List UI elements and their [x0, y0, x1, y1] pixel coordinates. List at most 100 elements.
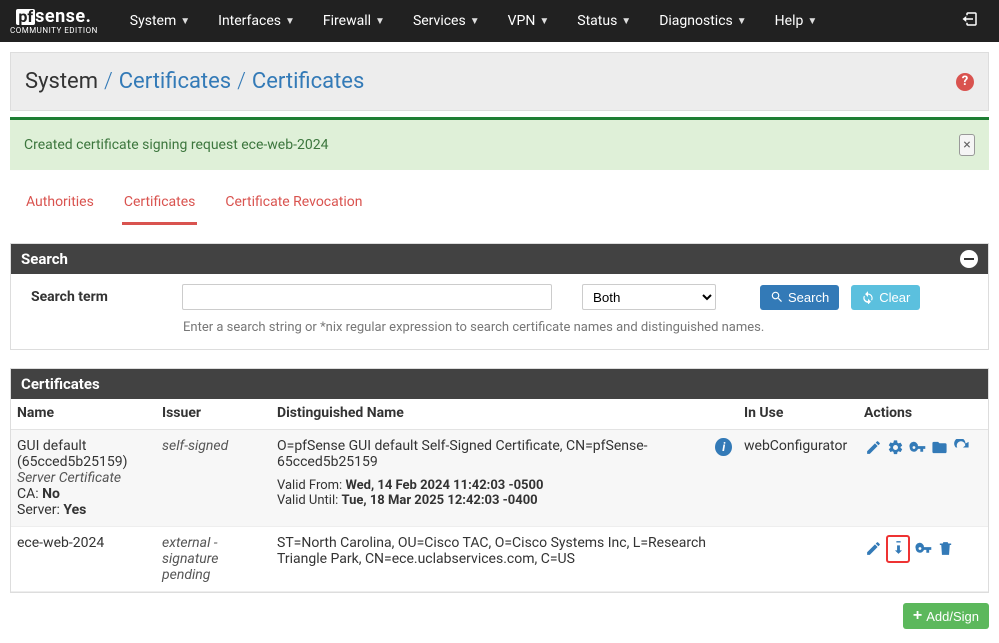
- nav-vpn[interactable]: VPN▼: [494, 0, 564, 42]
- caret-down-icon: ▼: [807, 16, 817, 27]
- nav-interfaces[interactable]: Interfaces ▼: [204, 0, 309, 42]
- cert-issuer: self-signed: [156, 430, 271, 527]
- panel-title: Search: [21, 250, 68, 268]
- plus-icon: +: [913, 608, 922, 624]
- valid-from: Valid From: Wed, 14 Feb 2024 11:42:03 -0…: [277, 478, 732, 493]
- cert-server: Server: Yes: [17, 502, 150, 518]
- tab-revocation[interactable]: Certificate Revocation: [223, 188, 364, 225]
- undo-icon: [861, 290, 875, 304]
- search-scope-select[interactable]: Both: [582, 284, 716, 310]
- cert-tabs: Authorities Certificates Certificate Rev…: [0, 188, 999, 225]
- add-sign-button[interactable]: + Add/Sign: [903, 603, 989, 629]
- success-alert: Created certificate signing request ece-…: [10, 117, 989, 170]
- cert-ca: CA: No: [17, 486, 150, 502]
- action-icons: [864, 438, 982, 456]
- table-row: GUI default (65cced5b25159) Server Certi…: [11, 430, 988, 527]
- info-icon[interactable]: i: [715, 438, 732, 456]
- breadcrumb-leaf[interactable]: Certificates: [252, 69, 364, 94]
- cert-name: GUI default (65cced5b25159): [17, 438, 150, 470]
- search-panel-header: Search: [11, 244, 988, 274]
- clear-button[interactable]: Clear: [851, 285, 920, 310]
- nav-label: Interfaces: [218, 13, 281, 29]
- search-button-label: Search: [788, 290, 829, 305]
- nav-label: Services: [413, 13, 466, 29]
- certificates-panel-header: Certificates: [11, 369, 988, 399]
- import-signature-icon[interactable]: [889, 538, 907, 556]
- search-help-text: Enter a search string or *nix regular ex…: [25, 320, 974, 335]
- nav-label: Firewall: [323, 13, 371, 29]
- caret-down-icon: ▼: [470, 16, 480, 27]
- cert-name: ece-web-2024: [11, 527, 156, 592]
- nav-firewall[interactable]: Firewall ▼: [309, 0, 399, 42]
- export-icon[interactable]: [930, 438, 948, 456]
- nav-label: Help: [775, 13, 804, 29]
- nav-diagnostics[interactable]: Diagnostics ▼: [645, 0, 760, 42]
- brand-sense: sense: [35, 8, 86, 26]
- breadcrumb: System / Certificates / Certificates ?: [10, 52, 989, 111]
- search-icon: [770, 290, 784, 304]
- action-icons: [864, 535, 982, 563]
- nav-items: System▼ Interfaces▼ Firewall▼ Services▼ …: [116, 0, 831, 42]
- clear-button-label: Clear: [879, 290, 910, 305]
- nav-services[interactable]: Services ▼: [399, 0, 494, 42]
- logout-icon[interactable]: [951, 10, 989, 32]
- search-input[interactable]: [182, 284, 552, 310]
- key-icon[interactable]: [914, 540, 932, 558]
- breadcrumb-sep: /: [104, 69, 113, 94]
- tab-certificates[interactable]: Certificates: [122, 188, 198, 225]
- tab-authorities[interactable]: Authorities: [24, 188, 96, 225]
- search-row: Search term Both Search Clear: [25, 284, 974, 310]
- caret-down-icon: ▼: [375, 16, 385, 27]
- edit-icon[interactable]: [864, 540, 882, 558]
- edit-icon[interactable]: [864, 438, 882, 456]
- top-navbar: pfsense. COMMUNITY EDITION System ▼ Inter…: [0, 0, 999, 42]
- col-actions: Actions: [858, 399, 988, 430]
- nav-label: VPN: [508, 13, 536, 29]
- nav-system[interactable]: System ▼: [116, 0, 204, 42]
- add-row: + Add/Sign: [10, 603, 989, 629]
- valid-until: Valid Until: Tue, 18 Mar 2025 12:42:03 -…: [277, 493, 732, 508]
- brand[interactable]: pfsense. COMMUNITY EDITION: [10, 8, 98, 35]
- nav-status[interactable]: Status ▼: [563, 0, 645, 42]
- col-issuer: Issuer: [156, 399, 271, 430]
- caret-down-icon: ▼: [621, 16, 631, 27]
- table-row: ece-web-2024 external - signature pendin…: [11, 527, 988, 592]
- brand-dot: .: [86, 8, 92, 26]
- gear-icon[interactable]: [886, 438, 904, 456]
- nav-label: Diagnostics: [659, 13, 733, 29]
- brand-edition: COMMUNITY EDITION: [10, 27, 98, 35]
- search-label: Search term: [25, 289, 170, 305]
- cert-inuse: webConfigurator: [738, 430, 858, 527]
- caret-down-icon: ▼: [180, 16, 190, 27]
- collapse-icon[interactable]: [960, 250, 978, 268]
- nav-help[interactable]: Help▼: [761, 0, 832, 42]
- certificates-table: Name Issuer Distinguished Name In Use Ac…: [11, 399, 988, 592]
- col-dn: Distinguished Name: [271, 399, 738, 430]
- nav-label: System: [130, 13, 176, 29]
- certificates-panel: Certificates Name Issuer Distinguished N…: [10, 368, 989, 593]
- brand-pf: pf: [16, 9, 35, 25]
- panel-title: Certificates: [21, 375, 100, 393]
- cert-inuse: [738, 527, 858, 592]
- renew-icon[interactable]: [952, 438, 970, 456]
- caret-down-icon: ▼: [539, 16, 549, 27]
- trash-icon[interactable]: [936, 540, 954, 558]
- help-icon[interactable]: ?: [956, 73, 974, 91]
- highlight-box: [886, 535, 910, 563]
- breadcrumb-sep: /: [237, 69, 246, 94]
- nav-label: Status: [577, 13, 617, 29]
- alert-close-button[interactable]: ×: [959, 134, 975, 156]
- key-icon[interactable]: [908, 438, 926, 456]
- add-sign-label: Add/Sign: [926, 609, 979, 624]
- breadcrumb-certs[interactable]: Certificates: [119, 69, 231, 94]
- cert-dn: O=pfSense GUI default Self-Signed Certif…: [277, 438, 709, 470]
- caret-down-icon: ▼: [285, 16, 295, 27]
- caret-down-icon: ▼: [737, 16, 747, 27]
- cert-type: Server Certificate: [17, 470, 150, 486]
- search-button[interactable]: Search: [760, 285, 839, 310]
- col-inuse: In Use: [738, 399, 858, 430]
- search-panel: Search Search term Both Search Clear Ent…: [10, 243, 989, 350]
- col-name: Name: [11, 399, 156, 430]
- breadcrumb-root: System: [25, 69, 98, 94]
- alert-text: Created certificate signing request ece-…: [24, 137, 328, 153]
